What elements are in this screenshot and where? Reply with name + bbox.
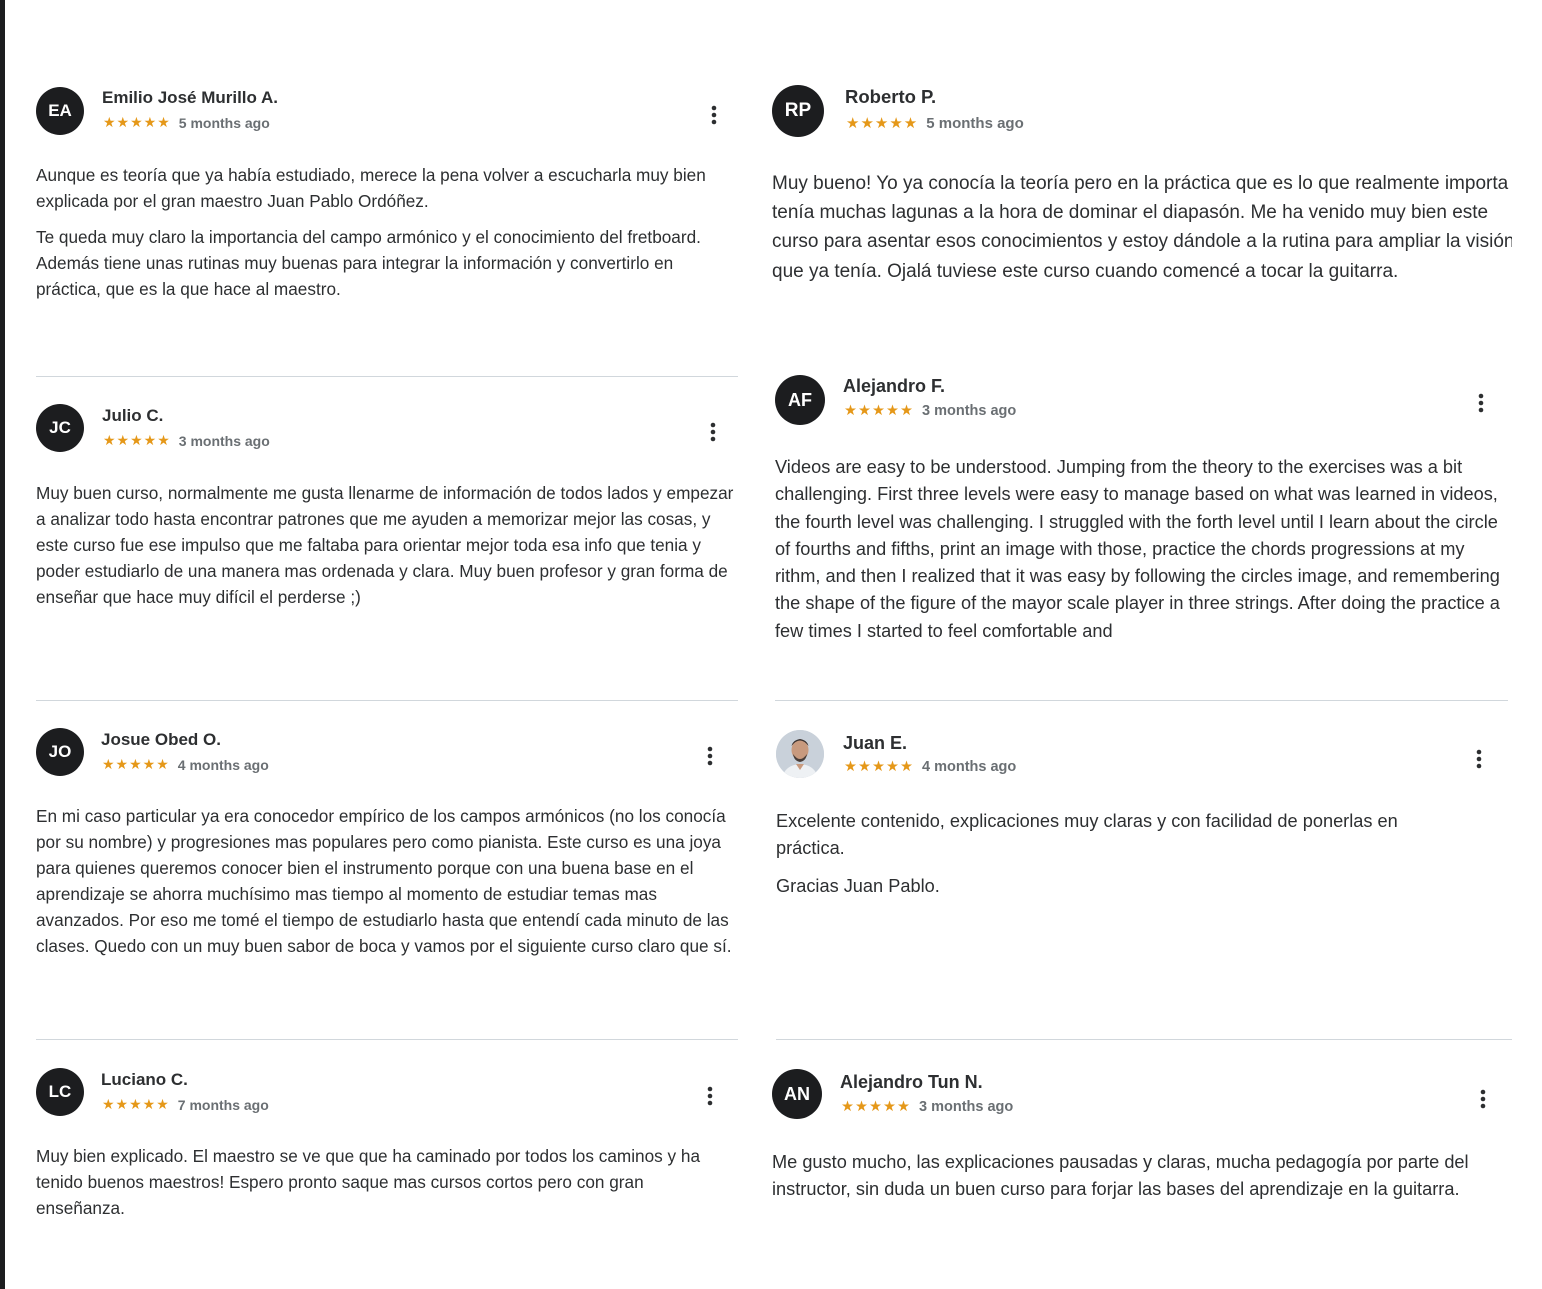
more-options-button[interactable] [1467, 744, 1491, 774]
review-text: Muy bueno! Yo ya conocía la teoría pero … [772, 169, 1512, 311]
reviewer-name: Juan E. [843, 733, 908, 753]
review-text: Videos are easy to be understood. Jumpin… [775, 454, 1508, 646]
avatar: LC [36, 1068, 84, 1116]
reviewer-name: Emilio José Murillo A. [102, 88, 279, 107]
review-card: JO Josue Obed O. ★★★★★ 4 months ago En m… [36, 724, 738, 1040]
star-rating: ★★★★★ [103, 114, 171, 130]
review-paragraph: Me gusto mucho, las explicaciones pausad… [772, 1152, 1469, 1200]
review-paragraph: Muy bien explicado. El maestro se ve que… [36, 1146, 701, 1218]
review-date: 5 months ago [926, 114, 1024, 132]
more-options-button[interactable] [698, 741, 722, 771]
star-rating: ★★★★★ [102, 1096, 170, 1112]
review-card: JC Julio C. ★★★★★ 3 months ago Muy buen … [36, 400, 738, 701]
reviewer-name: Josue Obed O. [101, 730, 221, 749]
review-paragraph: Muy bueno! Yo ya conocía la teoría pero … [772, 173, 1512, 282]
rating-row: ★★★★★ 3 months ago [841, 1099, 1013, 1115]
kebab-vertical-icon [1478, 393, 1484, 413]
review-date: 3 months ago [922, 403, 1017, 419]
review-paragraph: Gracias Juan Pablo. [776, 875, 940, 896]
rating-row: ★★★★★ 3 months ago [844, 403, 1016, 419]
avatar: EA [36, 87, 84, 135]
rating-row: ★★★★★ 7 months ago [102, 1096, 269, 1113]
avatar: AF [775, 375, 825, 425]
review-text: Muy bien explicado. El maestro se ve que… [36, 1143, 736, 1233]
rating-row: ★★★★★ 5 months ago [846, 114, 1024, 133]
review-card: RP Roberto P. ★★★★★ 5 months ago Muy bue… [772, 78, 1512, 318]
reviewer-name: Roberto P. [845, 86, 937, 107]
review-card: EA Emilio José Murillo A. ★★★★★ 5 months… [36, 80, 738, 377]
review-card: Juan E. ★★★★★ 4 months ago Excelente con… [776, 724, 1512, 1040]
left-edge-bar [0, 0, 5, 1289]
star-rating: ★★★★★ [841, 1099, 911, 1115]
reviewer-name: Julio C. [102, 406, 164, 425]
review-date: 5 months ago [178, 114, 270, 131]
kebab-vertical-icon [707, 1086, 713, 1106]
kebab-vertical-icon [707, 746, 713, 766]
review-paragraph: Videos are easy to be understood. Jumpin… [775, 457, 1500, 641]
review-card: AN Alejandro Tun N. ★★★★★ 3 months ago M… [772, 1066, 1512, 1266]
review-paragraph: Excelente contenido, explicaciones muy c… [776, 811, 1398, 859]
more-options-button[interactable] [698, 1081, 722, 1111]
avatar: AN [772, 1069, 822, 1119]
more-options-button[interactable] [701, 417, 725, 447]
review-text: Me gusto mucho, las explicaciones pausad… [772, 1149, 1482, 1239]
star-rating: ★★★★★ [844, 759, 914, 775]
review-date: 3 months ago [178, 432, 270, 449]
review-date: 4 months ago [177, 756, 269, 773]
kebab-vertical-icon [710, 422, 716, 442]
star-rating: ★★★★★ [844, 403, 914, 419]
star-rating: ★★★★★ [103, 432, 171, 448]
kebab-vertical-icon [1476, 749, 1482, 769]
review-date: 4 months ago [922, 759, 1017, 775]
kebab-vertical-icon [711, 105, 717, 125]
review-card: AF Alejandro F. ★★★★★ 3 months ago Video… [775, 370, 1508, 701]
reviewer-name: Luciano C. [101, 1070, 188, 1089]
review-text: En mi caso particular ya era conocedor e… [36, 803, 736, 993]
more-options-button[interactable] [1471, 1084, 1495, 1114]
review-date: 3 months ago [919, 1099, 1014, 1115]
more-options-button[interactable] [702, 100, 726, 130]
rating-row: ★★★★★ 4 months ago [844, 759, 1016, 775]
avatar [776, 730, 824, 778]
review-text: Excelente contenido, explicaciones muy c… [776, 808, 1466, 908]
review-card: LC Luciano C. ★★★★★ 7 months ago Muy bie… [36, 1066, 738, 1266]
avatar: JC [36, 404, 84, 452]
more-options-button[interactable] [1469, 388, 1493, 418]
rating-row: ★★★★★ 5 months ago [103, 114, 270, 131]
review-text: Muy buen curso, normalmente me gusta lle… [36, 480, 738, 620]
star-rating: ★★★★★ [102, 756, 170, 772]
review-paragraph: Aunque es teoría que ya había estudiado,… [36, 165, 706, 211]
star-rating: ★★★★★ [846, 115, 919, 132]
rating-row: ★★★★★ 3 months ago [103, 432, 270, 449]
review-paragraph: Te queda muy claro la importancia del ca… [36, 227, 701, 299]
review-paragraph: En mi caso particular ya era conocedor e… [36, 806, 732, 956]
review-paragraph: Muy buen curso, normalmente me gusta lle… [36, 483, 734, 607]
review-text: Aunque es teoría que ya había estudiado,… [36, 162, 736, 322]
avatar: JO [36, 728, 84, 776]
reviewer-name: Alejandro Tun N. [840, 1072, 983, 1092]
reviewer-name: Alejandro F. [843, 376, 946, 396]
rating-row: ★★★★★ 4 months ago [102, 756, 269, 773]
user-photo-icon [776, 730, 824, 778]
review-date: 7 months ago [177, 1096, 269, 1113]
kebab-vertical-icon [1480, 1089, 1486, 1109]
avatar: RP [772, 85, 824, 137]
